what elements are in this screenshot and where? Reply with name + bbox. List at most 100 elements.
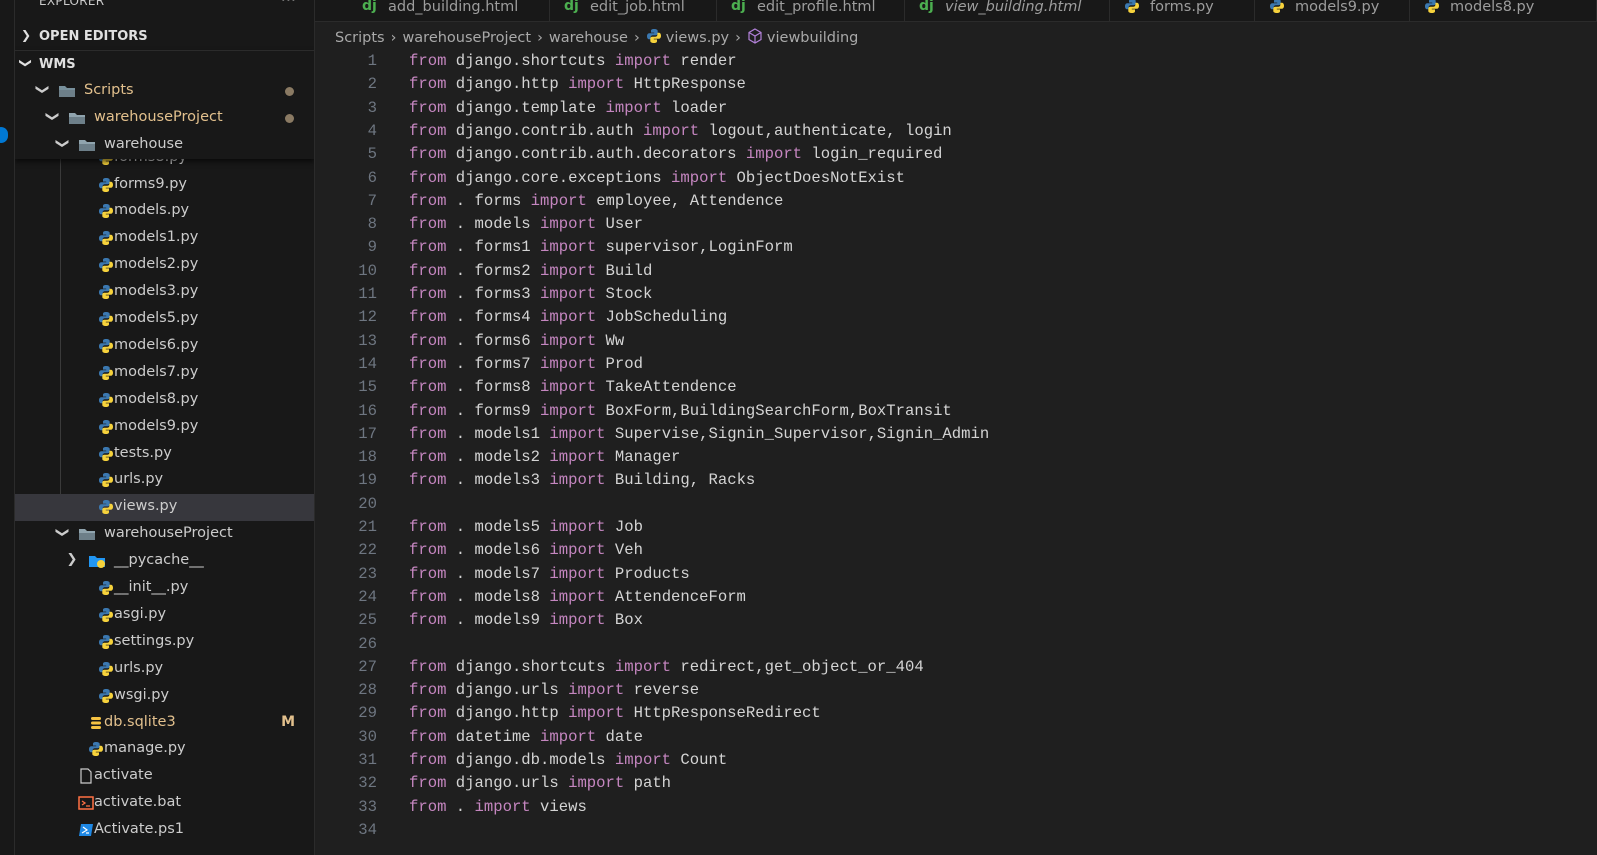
- code-line[interactable]: from . forms3 import Stock: [409, 283, 652, 306]
- code-line[interactable]: from . forms4 import JobScheduling: [409, 306, 727, 329]
- tree-folder[interactable]: ❯ warehouseProject: [15, 521, 314, 548]
- explorer-title: EXPLORER: [39, 0, 105, 8]
- code-line[interactable]: from . forms6 import Ww: [409, 330, 624, 353]
- code-line[interactable]: from django.template import loader: [409, 97, 727, 120]
- tab-edit-job-html[interactable]: dj edit_job.html: [550, 0, 717, 21]
- tree-file[interactable]: models2.py: [15, 252, 314, 279]
- explorer-sidebar: EXPLORER ··· ❯ OPEN EDITORS ❯ WMS ❯ Scrip…: [15, 0, 315, 855]
- code-line[interactable]: from django.db.models import Count: [409, 749, 727, 772]
- line-number: 27: [358, 657, 377, 676]
- keyword: import: [745, 145, 803, 164]
- code-line[interactable]: from django.urls import path: [409, 772, 671, 795]
- keyword: import: [540, 378, 597, 397]
- code-line[interactable]: from . forms1 import supervisor,LoginFor…: [409, 236, 793, 259]
- python-file-icon: [98, 338, 114, 354]
- line-number: 26: [358, 634, 377, 653]
- tree-file[interactable]: views.py: [15, 494, 314, 522]
- open-editors-section[interactable]: ❯ OPEN EDITORS: [15, 24, 314, 50]
- tree-file[interactable]: models5.py: [15, 306, 314, 333]
- code-line[interactable]: from datetime import date: [409, 726, 643, 749]
- code-line[interactable]: from django.contrib.auth import logout,a…: [409, 120, 952, 143]
- chevron-right-icon: ›: [537, 30, 543, 46]
- code-line[interactable]: from . models5 import Job: [409, 516, 643, 539]
- tree-file[interactable]: Activate.ps1: [15, 817, 314, 844]
- tree-file[interactable]: db.sqlite3 M: [15, 710, 314, 737]
- file-icon: [78, 768, 94, 784]
- notification-badge[interactable]: [0, 127, 8, 143]
- code-line[interactable]: from django.shortcuts import redirect,ge…: [409, 656, 924, 679]
- code-line[interactable]: from . models3 import Building, Racks: [409, 469, 755, 492]
- tree-file[interactable]: __init__.py: [15, 575, 314, 602]
- tree-file[interactable]: manage.py: [15, 736, 314, 763]
- code-line[interactable]: from . models8 import AttendenceForm: [409, 586, 746, 609]
- code-line[interactable]: from django.http import HttpResponse: [409, 73, 746, 96]
- tree-file[interactable]: models3.py: [15, 279, 314, 306]
- tree-file[interactable]: wsgi.py: [15, 683, 314, 710]
- tab-models8-py[interactable]: models8.py: [1410, 0, 1597, 21]
- code-line[interactable]: from django.contrib.auth.decorators impo…: [409, 143, 942, 166]
- tab-models9-py[interactable]: models9.py: [1255, 0, 1410, 21]
- tree-file[interactable]: models.py: [15, 198, 314, 225]
- breadcrumb-item[interactable]: warehouseProject: [402, 30, 531, 46]
- code-line[interactable]: from django.urls import reverse: [409, 679, 699, 702]
- code-line[interactable]: from . models9 import Box: [409, 609, 643, 632]
- tree-item-label: settings.py: [114, 632, 195, 649]
- tree-item-label: models1.py: [114, 229, 199, 246]
- keyword: from: [409, 378, 447, 397]
- line-number: 25: [358, 611, 377, 630]
- code-line[interactable]: from django.http import HttpResponseRedi…: [409, 702, 821, 725]
- tab-view-building-html[interactable]: dj view_building.html: [905, 0, 1110, 21]
- code-line[interactable]: from . models7 import Products: [409, 563, 690, 586]
- line-number: 30: [358, 727, 377, 746]
- tab-add-building-html[interactable]: dj add_building.html: [348, 0, 550, 21]
- tree-file[interactable]: tests.py: [15, 441, 314, 468]
- line-number: 20: [358, 494, 377, 513]
- code-line[interactable]: from . models6 import Veh: [409, 539, 643, 562]
- code-line[interactable]: from . import views: [409, 796, 587, 819]
- code-editor[interactable]: 1 from django.shortcuts import render 2 fro…: [315, 50, 1597, 855]
- code-line[interactable]: from . models1 import Supervise,Signin_S…: [409, 423, 989, 446]
- tree-file[interactable]: models1.py: [15, 225, 314, 252]
- tree-item-label: manage.py: [104, 740, 186, 757]
- tree-item-label: asgi.py: [114, 605, 167, 622]
- code-line[interactable]: from . forms2 import Build: [409, 260, 652, 283]
- keyword: import: [540, 727, 597, 746]
- tab-edit-profile-html[interactable]: dj edit_profile.html: [717, 0, 905, 21]
- tree-file[interactable]: models9.py: [15, 414, 314, 441]
- breadcrumb-item[interactable]: viewbuilding: [767, 30, 858, 46]
- code-line[interactable]: from django.shortcuts import render: [409, 50, 737, 73]
- keyword: import: [540, 401, 597, 420]
- tree-folder[interactable]: ❯ warehouseProject: [15, 105, 314, 132]
- keyword: import: [549, 448, 606, 467]
- code-line[interactable]: from . forms import employee, Attendence: [409, 190, 783, 213]
- code-line[interactable]: from django.core.exceptions import Objec…: [409, 167, 905, 190]
- code-line[interactable]: from . forms9 import BoxForm,BuildingSea…: [409, 400, 952, 423]
- tree-file[interactable]: settings.py: [15, 629, 314, 656]
- breadcrumb-item[interactable]: Scripts: [335, 30, 385, 46]
- tree-file[interactable]: urls.py: [15, 656, 314, 683]
- tree-file[interactable]: models8.py: [15, 387, 314, 414]
- code-line[interactable]: from . models import User: [409, 213, 643, 236]
- tree-item-label: warehouseProject: [104, 525, 233, 542]
- code-line[interactable]: from . forms7 import Prod: [409, 353, 643, 376]
- tree-file[interactable]: models6.py: [15, 333, 314, 360]
- tab-forms-py[interactable]: forms.py: [1110, 0, 1255, 21]
- tree-file[interactable]: activate.bat: [15, 790, 314, 817]
- workspace-section[interactable]: ❯ WMS: [15, 52, 314, 78]
- tree-file[interactable]: models7.py: [15, 360, 314, 387]
- breadcrumb-item[interactable]: views.py: [666, 30, 729, 46]
- keyword: import: [568, 774, 625, 793]
- tree-file[interactable]: activate: [15, 763, 314, 790]
- tree-folder[interactable]: ❯ warehouse: [15, 132, 314, 159]
- tree-folder[interactable]: ❯ __pycache__: [15, 548, 314, 575]
- code-line[interactable]: from . forms8 import TakeAttendence: [409, 376, 737, 399]
- keyword: from: [409, 331, 447, 350]
- tree-file[interactable]: urls.py: [15, 467, 314, 494]
- python-file-icon: [646, 28, 662, 48]
- tree-file[interactable]: asgi.py: [15, 602, 314, 629]
- more-actions-icon[interactable]: ···: [281, 0, 296, 9]
- code-line[interactable]: from . models2 import Manager: [409, 446, 680, 469]
- tree-file[interactable]: forms9.py: [15, 172, 314, 199]
- breadcrumb-item[interactable]: warehouse: [549, 30, 628, 46]
- tree-folder[interactable]: ❯ Scripts: [15, 78, 314, 105]
